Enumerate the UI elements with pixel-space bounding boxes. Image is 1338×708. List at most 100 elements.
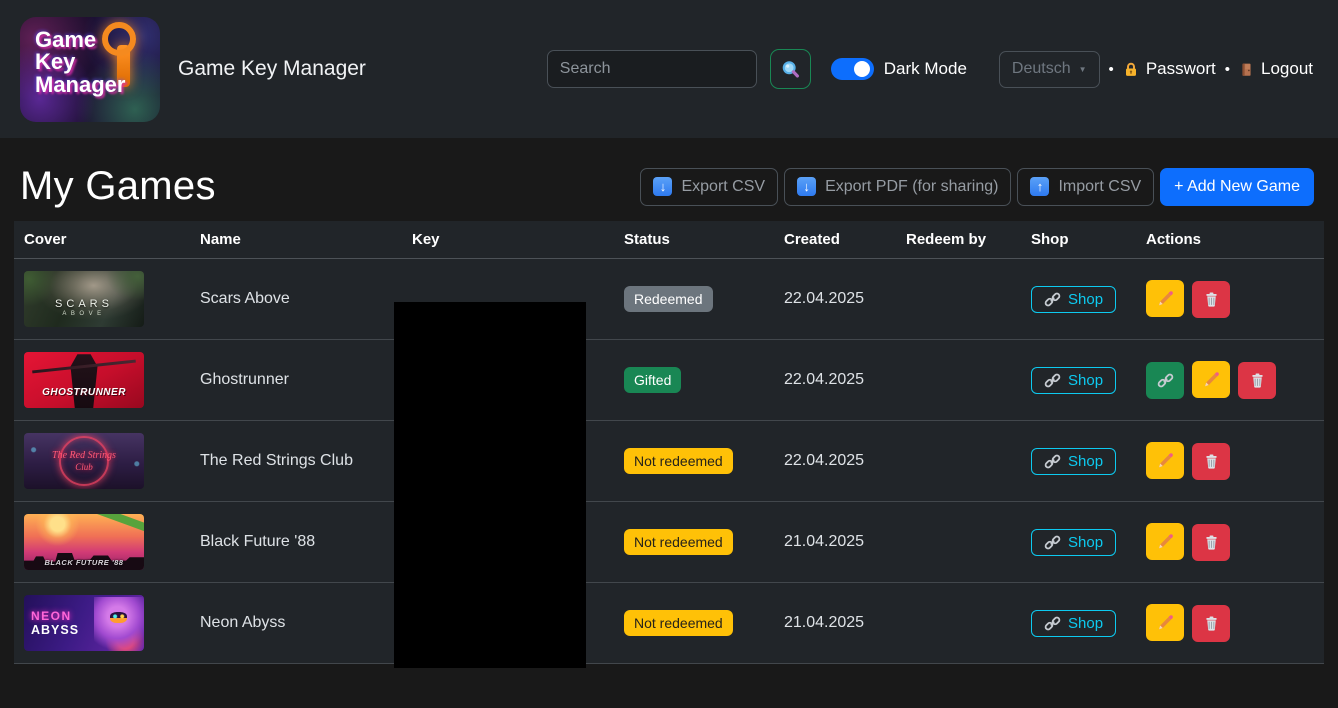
language-selected: Deutsch — [1012, 60, 1071, 78]
game-name: Black Future '88 — [190, 502, 402, 583]
edit-button[interactable] — [1192, 361, 1230, 398]
game-name: The Red Strings Club — [190, 421, 402, 502]
created-date: 21.04.2025 — [774, 502, 896, 583]
password-label: Passwort — [1146, 59, 1216, 79]
download-icon: ↓ — [797, 177, 816, 196]
shop-button[interactable]: Shop — [1031, 610, 1116, 637]
game-cover: The Red StringsClub — [24, 433, 144, 489]
magnifier-icon — [780, 59, 801, 80]
status-badge: Gifted — [624, 367, 681, 393]
game-name: Neon Abyss — [190, 583, 402, 664]
shop-label: Shop — [1068, 291, 1103, 308]
redeem-by — [896, 259, 1021, 340]
table-row: SCARSABOVE Scars Above Redeemed 22.04.20… — [14, 259, 1324, 340]
language-dropdown[interactable]: Deutsch ▼ — [999, 51, 1100, 88]
column-header: Status — [614, 221, 774, 259]
game-cover: NEONABYSS — [24, 595, 144, 651]
redeem-by — [896, 340, 1021, 421]
link-icon — [1044, 291, 1061, 308]
dark-mode-toggle[interactable] — [831, 58, 874, 80]
games-table: CoverNameKeyStatusCreatedRedeem byShopAc… — [14, 221, 1324, 664]
password-link[interactable]: Passwort — [1123, 59, 1216, 79]
edit-button[interactable] — [1146, 523, 1184, 560]
header-controls: Dark Mode Deutsch ▼ • Passwort • Logout — [547, 49, 1313, 89]
shop-button[interactable]: Shop — [1031, 529, 1116, 556]
toolbar: ↓ Export CSV ↓ Export PDF (for sharing) … — [640, 168, 1314, 206]
game-cover: BLACK FUTURE '88 — [24, 514, 144, 570]
table-row: The Red StringsClub The Red Strings Club… — [14, 421, 1324, 502]
link-icon — [1044, 372, 1061, 389]
column-header: Created — [774, 221, 896, 259]
table-row: BLACK FUTURE '88 Black Future '88 Not re… — [14, 502, 1324, 583]
page-title: My Games — [20, 164, 216, 209]
search-button[interactable] — [770, 49, 811, 89]
table-row: GHOSTRUNNER Ghostrunner Gifted 22.04.202… — [14, 340, 1324, 421]
row-actions — [1136, 421, 1324, 502]
cover-text: ABYSS — [31, 623, 79, 638]
app-logo: Game Key Manager — [20, 17, 160, 122]
redeem-by — [896, 421, 1021, 502]
shop-button[interactable]: Shop — [1031, 286, 1116, 313]
created-date: 22.04.2025 — [774, 340, 896, 421]
column-header: Cover — [14, 221, 190, 259]
column-header: Shop — [1021, 221, 1136, 259]
export-csv-label: Export CSV — [681, 178, 765, 196]
upload-icon: ↑ — [1030, 177, 1049, 196]
status-badge: Not redeemed — [624, 610, 733, 636]
status-badge: Not redeemed — [624, 529, 733, 555]
column-header: Redeem by — [896, 221, 1021, 259]
status-badge: Redeemed — [624, 286, 713, 312]
export-pdf-button[interactable]: ↓ Export PDF (for sharing) — [784, 168, 1011, 206]
app-title: Game Key Manager — [178, 57, 366, 81]
redeem-by — [896, 583, 1021, 664]
created-date: 22.04.2025 — [774, 259, 896, 340]
cover-text: NEON — [31, 609, 72, 623]
shop-label: Shop — [1068, 453, 1103, 470]
game-cover: SCARSABOVE — [24, 271, 144, 327]
add-new-game-button[interactable]: + Add New Game — [1160, 168, 1314, 206]
shop-button[interactable]: Shop — [1031, 448, 1116, 475]
games-table-body: SCARSABOVE Scars Above Redeemed 22.04.20… — [14, 259, 1324, 664]
link-icon — [1044, 453, 1061, 470]
export-pdf-label: Export PDF (for sharing) — [825, 178, 998, 196]
toggle-knob — [854, 61, 870, 77]
logout-link[interactable]: Logout — [1239, 59, 1313, 79]
lock-icon — [1123, 61, 1139, 78]
app-header: Game Key Manager Game Key Manager Dark M… — [0, 0, 1338, 138]
table-header-row: CoverNameKeyStatusCreatedRedeem byShopAc… — [14, 221, 1324, 259]
edit-button[interactable] — [1146, 442, 1184, 479]
game-name: Ghostrunner — [190, 340, 402, 421]
column-header: Name — [190, 221, 402, 259]
edit-button[interactable] — [1146, 280, 1184, 317]
column-header: Key — [402, 221, 614, 259]
shop-label: Shop — [1068, 534, 1103, 551]
search-input[interactable] — [547, 50, 757, 88]
cover-text: SCARS — [55, 298, 113, 311]
edit-button[interactable] — [1146, 604, 1184, 641]
status-badge: Not redeemed — [624, 448, 733, 474]
link-icon — [1044, 615, 1061, 632]
row-actions — [1136, 583, 1324, 664]
redeem-by — [896, 502, 1021, 583]
main-content: My Games ↓ Export CSV ↓ Export PDF (for … — [0, 138, 1338, 664]
dark-mode-group: Dark Mode — [831, 58, 967, 80]
delete-button[interactable] — [1192, 443, 1230, 480]
app-logo-text: Game Key Manager — [20, 17, 160, 97]
cover-text: GHOSTRUNNER — [42, 387, 126, 399]
separator-dot: • — [1225, 61, 1230, 78]
delete-button[interactable] — [1192, 605, 1230, 642]
import-csv-label: Import CSV — [1058, 178, 1141, 196]
download-icon: ↓ — [653, 177, 672, 196]
import-csv-button[interactable]: ↑ Import CSV — [1017, 168, 1154, 206]
table-row: NEONABYSS Neon Abyss Not redeemed 21.04.… — [14, 583, 1324, 664]
game-cover: GHOSTRUNNER — [24, 352, 144, 408]
export-csv-button[interactable]: ↓ Export CSV — [640, 168, 778, 206]
delete-button[interactable] — [1192, 524, 1230, 561]
delete-button[interactable] — [1238, 362, 1276, 399]
key-redaction-overlay — [394, 302, 586, 668]
delete-button[interactable] — [1192, 281, 1230, 318]
created-date: 21.04.2025 — [774, 583, 896, 664]
gift-link-button[interactable] — [1146, 362, 1184, 399]
link-icon — [1044, 534, 1061, 551]
shop-button[interactable]: Shop — [1031, 367, 1116, 394]
